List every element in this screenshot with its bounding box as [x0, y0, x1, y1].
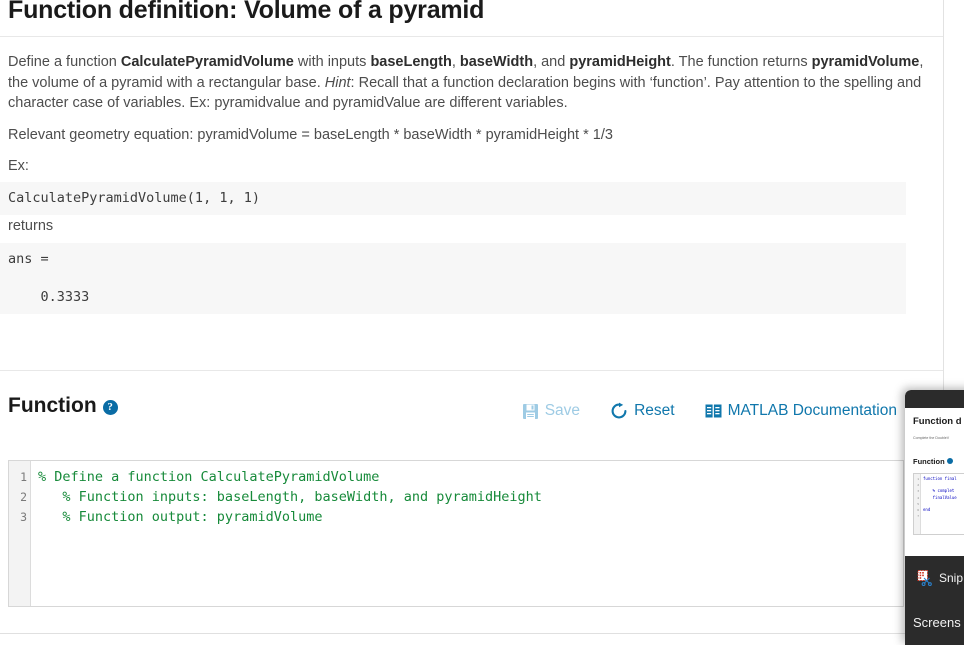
overlay-section-heading-text: Function: [913, 457, 945, 466]
line-number: 1: [20, 470, 27, 484]
desc-hint-label: Hint: [324, 74, 351, 91]
screenshot-menu-item[interactable]: Screens: [905, 600, 964, 645]
desc-arg-basewidth: baseWidth: [459, 54, 534, 70]
save-label: Save: [544, 402, 581, 419]
desc-arg-pyramidheight: pyramidHeight: [569, 54, 671, 70]
editor-code-content[interactable]: % Define a function CalculatePyramidVolu…: [31, 461, 903, 606]
page-title: Function definition: Volume of a pyramid: [8, 0, 485, 24]
function-heading: Function?: [8, 393, 118, 419]
overlay-titlebar[interactable]: [905, 390, 964, 408]
overlay-gutter: 1234567: [914, 474, 921, 534]
desc-return-var: pyramidVolume: [811, 54, 920, 70]
snipping-tool-menu[interactable]: Snip Screens: [905, 556, 964, 645]
overlay-content: Function d Complete the DoubleV Function…: [905, 408, 964, 556]
geometry-equation: Relevant geometry equation: pyramidVolum…: [8, 127, 613, 143]
overlay-help-icon: [946, 458, 953, 464]
reset-icon: [610, 402, 628, 420]
function-heading-text: Function: [8, 394, 97, 417]
desc-sep2: , and: [533, 54, 570, 70]
snip-menu-item[interactable]: Snip: [905, 556, 964, 600]
reset-label: Reset: [634, 402, 675, 419]
matlab-documentation-button[interactable]: MATLAB Documentation: [705, 402, 897, 420]
desc-part1: Define a function: [8, 54, 121, 70]
overlay-code-content: function final % complet finalValue end: [923, 476, 957, 513]
desc-function-name: CalculatePyramidVolume: [120, 54, 294, 70]
desc-arg-baselength: baseLength: [370, 54, 452, 70]
save-icon: [522, 403, 539, 420]
line-number: 2: [20, 490, 27, 504]
book-icon: [705, 404, 722, 418]
title-divider: [0, 36, 943, 37]
function-section-header: Function? Save Reset MATLAB Documentatio…: [0, 393, 943, 433]
editor-toolbar: Save Reset MATLAB Documentation: [522, 402, 897, 420]
desc-part2: with inputs: [293, 54, 371, 70]
code-editor[interactable]: 1 2 3 % Define a function CalculatePyram…: [8, 460, 904, 607]
editor-line-number-gutter: 1 2 3: [9, 461, 31, 606]
example-call-codeblock: CalculatePyramidVolume(1, 1, 1): [0, 182, 906, 215]
snip-preview-overlay[interactable]: Function d Complete the DoubleV Function…: [905, 390, 964, 645]
example-output-codeblock: ans = 0.3333: [0, 243, 906, 314]
help-icon[interactable]: ?: [102, 400, 118, 415]
reset-button[interactable]: Reset: [610, 402, 675, 420]
overlay-code-editor: 1234567 function final % complet finalVa…: [913, 473, 964, 535]
matlab-documentation-label: MATLAB Documentation: [727, 402, 897, 419]
overlay-subheading: Complete the DoubleV: [913, 436, 950, 440]
problem-description: Define a function CalculatePyramidVolume…: [8, 52, 935, 114]
line-number: 3: [20, 510, 27, 524]
footer-divider: [0, 633, 943, 634]
lab-page: Function definition: Volume of a pyramid…: [0, 0, 943, 645]
overlay-section-heading: Function: [913, 457, 964, 466]
section-divider: [0, 370, 943, 371]
screenshot-menu-item-label: Screens: [913, 615, 961, 630]
desc-part3: . The function returns: [670, 54, 812, 70]
save-button[interactable]: Save: [522, 402, 580, 420]
desc-sep1: ,: [451, 54, 460, 70]
snip-icon: [917, 570, 933, 587]
example-label: Ex:: [8, 158, 29, 174]
overlay-heading: Function d: [913, 416, 962, 427]
snip-menu-item-label: Snip: [939, 571, 964, 585]
returns-label: returns: [8, 218, 54, 234]
